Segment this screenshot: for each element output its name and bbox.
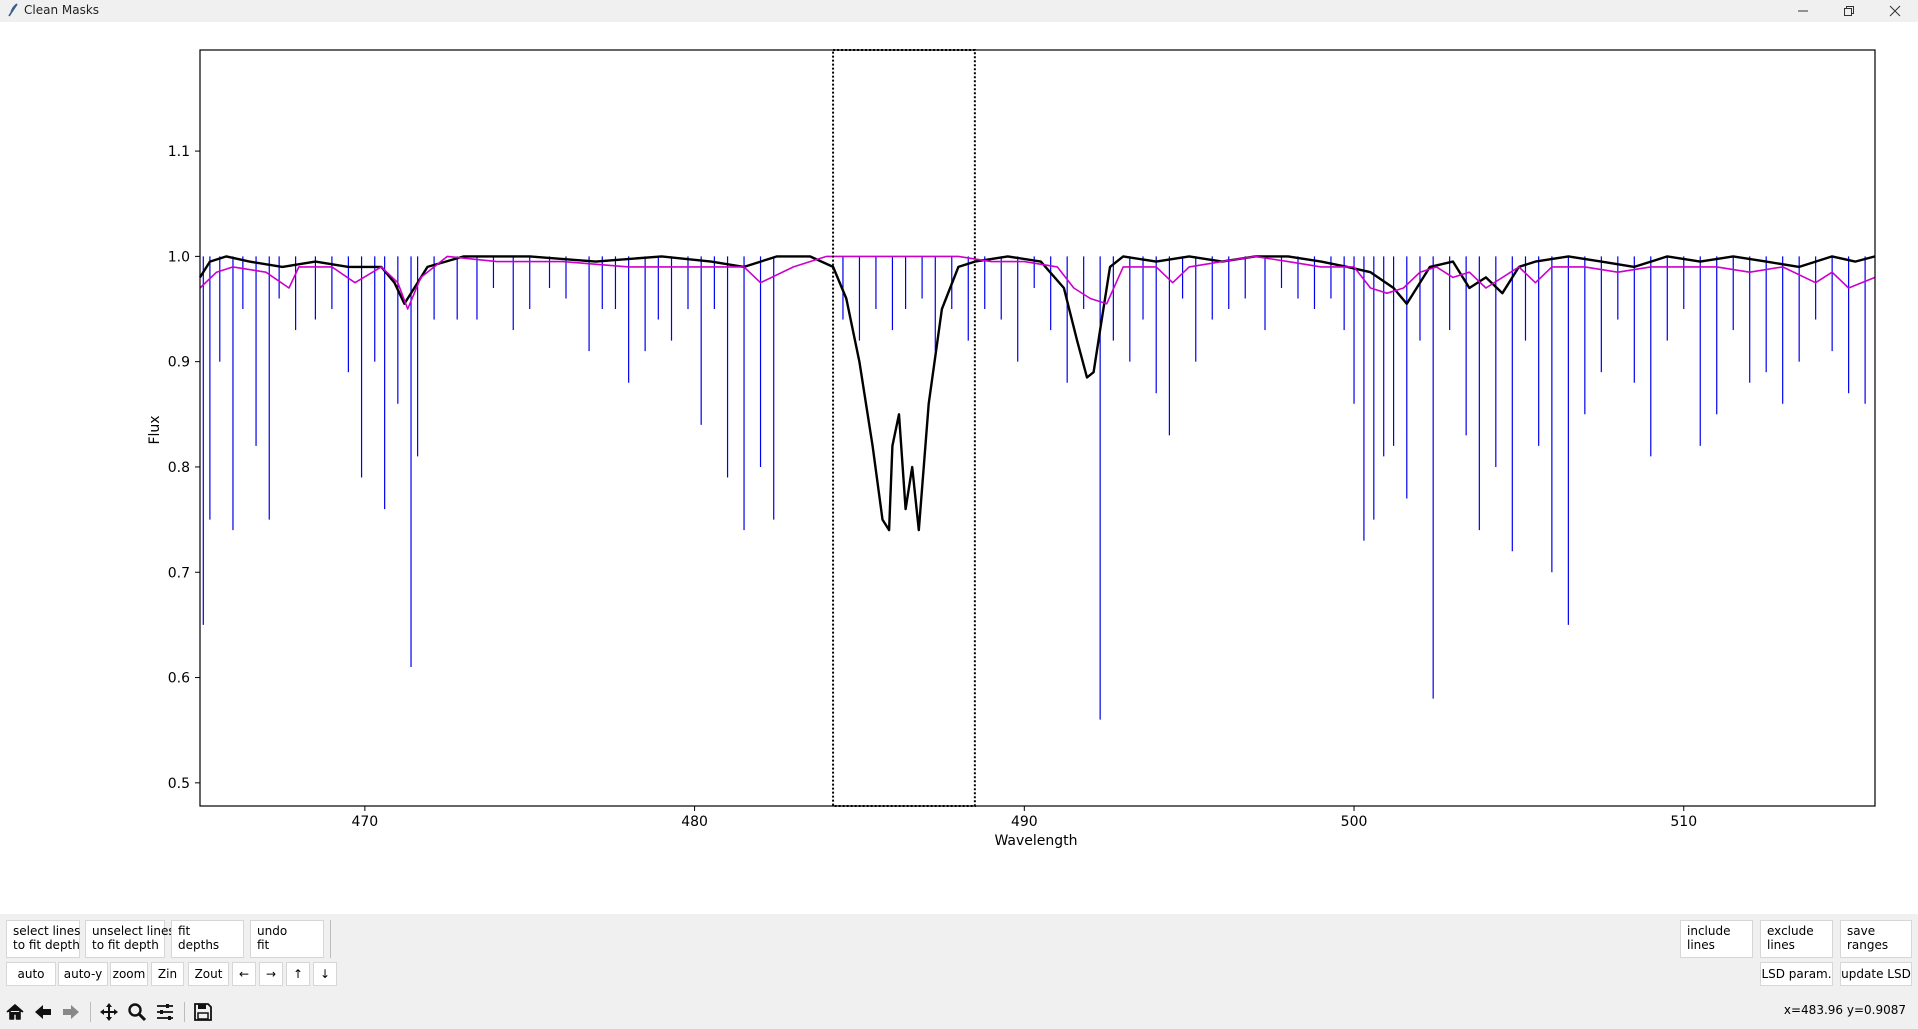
x-tick-label: 510	[1670, 814, 1697, 830]
y-tick-label: 1.0	[168, 249, 190, 265]
configure-tool-button[interactable]	[154, 1001, 176, 1023]
x-tick-label: 480	[681, 814, 708, 830]
y-axis-ticks: 0.5 0.6 0.7 0.8 0.9 1.0 1.1	[168, 144, 200, 792]
undo-fit-button[interactable]: undo fit	[250, 920, 324, 958]
exclude-lines-button[interactable]: exclude lines	[1760, 920, 1833, 958]
y-tick-label: 1.1	[168, 144, 190, 160]
home-tool-button[interactable]	[4, 1001, 26, 1023]
toolbar-divider-2	[184, 1002, 185, 1022]
cursor-coordinates: x=483.96 y=0.9087	[1783, 1003, 1906, 1017]
pan-down-button[interactable]: ↓	[313, 962, 337, 986]
restore-icon	[1844, 6, 1854, 16]
zoom-button[interactable]: zoom	[110, 962, 148, 986]
save-ranges-button[interactable]: save ranges	[1840, 920, 1912, 958]
x-tick-label: 490	[1011, 814, 1038, 830]
back-tool-button[interactable]	[32, 1001, 54, 1023]
pan-up-button[interactable]: ↑	[286, 962, 310, 986]
y-tick-label: 0.9	[168, 355, 190, 371]
select-lines-button[interactable]: select lines to fit depth	[6, 920, 80, 958]
close-icon	[1889, 5, 1901, 17]
zoom-magnifier-icon	[128, 1003, 147, 1022]
zoom-out-button[interactable]: Zout	[188, 962, 229, 986]
spectrum-chart[interactable]: 470 480 490 500 510 0.5 0.6 0.7 0.8 0.9 1.0 1.1 Wa…	[0, 22, 1918, 914]
configure-subplots-icon	[157, 1004, 173, 1020]
y-tick-label: 0.7	[168, 565, 190, 581]
y-tick-label: 0.8	[168, 460, 190, 476]
feather-app-icon	[8, 3, 18, 17]
zoom-in-button[interactable]: Zin	[151, 962, 184, 986]
toolbar-divider	[90, 1002, 91, 1022]
pan-tool-button[interactable]	[98, 1001, 120, 1023]
window-titlebar: Clean Masks	[0, 0, 1918, 22]
pan-right-button[interactable]: →	[259, 962, 283, 986]
unselect-lines-button[interactable]: unselect lines to fit depth	[85, 920, 175, 958]
back-arrow-icon	[35, 1005, 51, 1019]
minimize-icon	[1798, 10, 1808, 12]
save-tool-button[interactable]	[192, 1001, 214, 1023]
x-axis-label: Wavelength	[994, 833, 1077, 849]
x-tick-label: 500	[1341, 814, 1368, 830]
observed-spectrum-line	[198, 255, 1876, 532]
close-window-button[interactable]	[1872, 0, 1918, 22]
restore-button[interactable]	[1826, 0, 1872, 22]
window-title: Clean Masks	[24, 3, 100, 17]
forward-arrow-icon	[63, 1005, 79, 1019]
axes-frame	[199, 49, 1876, 807]
zoom-tool-button[interactable]	[126, 1001, 148, 1023]
lsd-param-button[interactable]: LSD param.	[1760, 962, 1833, 986]
mask-lines-group	[202, 256, 1866, 720]
x-tick-label: 470	[351, 814, 378, 830]
auto-y-button[interactable]: auto-y	[58, 962, 108, 986]
series-group	[198, 255, 1876, 532]
include-lines-button[interactable]: include lines	[1680, 920, 1753, 958]
auto-button[interactable]: auto	[6, 962, 56, 986]
selection-range-box[interactable]	[832, 49, 976, 807]
panel-divider	[330, 920, 331, 958]
save-floppy-icon	[194, 1003, 212, 1021]
update-lsd-button[interactable]: update LSD	[1840, 962, 1912, 986]
y-tick-label: 0.5	[168, 776, 190, 792]
y-tick-label: 0.6	[168, 671, 190, 687]
minimize-button[interactable]	[1780, 0, 1826, 22]
fit-depths-button[interactable]: fit depths	[171, 920, 244, 958]
x-axis-ticks: 470 480 490 500 510	[351, 806, 1697, 830]
plot-canvas[interactable]: 470 480 490 500 510 0.5 0.6 0.7 0.8 0.9 1.0 1.1 Wa…	[0, 22, 1918, 914]
forward-tool-button[interactable]	[60, 1001, 82, 1023]
pan-move-icon	[100, 1003, 118, 1021]
home-icon	[6, 1004, 24, 1020]
y-axis-label: Flux	[147, 415, 163, 444]
pan-left-button[interactable]: ←	[232, 962, 256, 986]
